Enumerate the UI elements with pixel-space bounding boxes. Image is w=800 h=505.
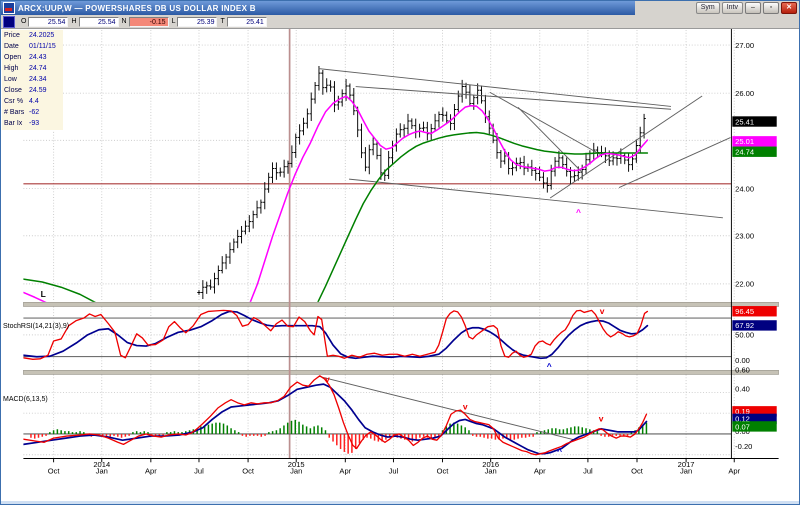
cursor-row-value: 4.4 xyxy=(29,96,39,107)
cursor-row-value: -62 xyxy=(29,107,39,118)
window-title: ARCX:UUP,W — POWERSHARES DB US DOLLAR IN… xyxy=(18,4,256,13)
svg-text:67.92: 67.92 xyxy=(735,321,754,330)
svg-text:50.00: 50.00 xyxy=(735,331,754,340)
svg-text:27.00: 27.00 xyxy=(735,41,754,50)
svg-text:-0.20: -0.20 xyxy=(735,442,752,451)
cursor-row: Close24.59 xyxy=(4,85,63,96)
quote-field-label-H: H xyxy=(71,18,76,25)
quote-field-value-T: 25.41 xyxy=(227,17,267,27)
intv-button[interactable]: Intv xyxy=(722,2,743,14)
cursor-row: Date01/11/15 xyxy=(4,41,63,52)
svg-text:24.00: 24.00 xyxy=(735,184,754,193)
quote-field-value-L: 25.39 xyxy=(177,17,217,27)
svg-text:23.00: 23.00 xyxy=(735,232,754,241)
quote-field-label-N: N xyxy=(122,18,127,25)
svg-text:Jul: Jul xyxy=(389,467,399,476)
cursor-row-label: # Bars xyxy=(4,107,29,118)
chart-background xyxy=(23,29,778,475)
svg-text:0.07: 0.07 xyxy=(735,422,750,431)
cursor-row: Price24.2025 xyxy=(4,30,63,41)
minimize-button[interactable]: – xyxy=(745,2,761,14)
cursor-row: Open24.43 xyxy=(4,52,63,63)
stochrsi-panel-label: StochRSI(14,21(3),9) xyxy=(3,323,69,330)
svg-text:Apr: Apr xyxy=(145,467,157,476)
svg-text:Jul: Jul xyxy=(194,467,204,476)
maximize-button[interactable]: ▫ xyxy=(763,2,779,14)
svg-text:Oct: Oct xyxy=(48,467,61,476)
chart-area: ^ Lv ^ v v v ^ 27.00 26.00 24.00 23.00 22.00 25.41 25… xyxy=(1,29,800,501)
cursor-row-value: 24.43 xyxy=(29,52,47,63)
svg-text:Jan: Jan xyxy=(485,467,497,476)
cursor-row-value: 24.2025 xyxy=(29,30,54,41)
window-bottom-border xyxy=(1,501,799,505)
quote-field-value-O: 25.54 xyxy=(28,17,68,27)
titlebar[interactable]: ARCX:UUP,W — POWERSHARES DB US DOLLAR IN… xyxy=(1,1,799,15)
svg-text:96.45: 96.45 xyxy=(735,307,754,316)
cursor-row-value: 24.34 xyxy=(29,74,47,85)
quote-field-value-N: -0.15 xyxy=(129,17,169,27)
close-button[interactable]: ✕ xyxy=(781,2,797,14)
svg-text:Apr: Apr xyxy=(534,467,546,476)
quote-status-icon xyxy=(3,16,15,28)
chart-canvas[interactable]: ^ Lv ^ v v v ^ 27.00 26.00 24.00 23.00 22.00 25.41 25… xyxy=(1,29,800,501)
cursor-row-label: Bar Ix xyxy=(4,118,29,129)
svg-text:v: v xyxy=(463,401,468,411)
macd-panel-label: MACD(6,13,5) xyxy=(3,396,48,403)
sym-button[interactable]: Sym xyxy=(696,2,720,14)
svg-text:Oct: Oct xyxy=(242,467,255,476)
cursor-data-panel: Price24.2025Date01/11/15Open24.43High24.… xyxy=(2,30,63,130)
cursor-row-value: 01/11/15 xyxy=(29,41,56,52)
svg-text:Jan: Jan xyxy=(290,467,302,476)
svg-text:^: ^ xyxy=(557,446,562,456)
svg-text:^: ^ xyxy=(547,361,552,371)
svg-text:0.00: 0.00 xyxy=(735,356,750,365)
svg-text:Jul: Jul xyxy=(583,467,593,476)
titlebar-controls: Sym Intv – ▫ ✕ xyxy=(635,1,799,15)
svg-text:v: v xyxy=(600,306,605,316)
cursor-row-label: Close xyxy=(4,85,29,96)
cursor-row-label: Price xyxy=(4,30,29,41)
quote-field-label-O: O xyxy=(21,18,26,25)
quote-fields: O25.54H25.54N-0.15L25.39T25.41 xyxy=(18,17,267,27)
svg-text:Jan: Jan xyxy=(680,467,692,476)
quote-field-value-H: 25.54 xyxy=(79,17,119,27)
svg-text:Jan: Jan xyxy=(96,467,108,476)
quote-field-label-L: L xyxy=(172,18,176,25)
cursor-row-value: 24.74 xyxy=(29,63,47,74)
cursor-row: Low24.34 xyxy=(4,74,63,85)
app-icon xyxy=(3,2,15,14)
cursor-row-label: High xyxy=(4,63,29,74)
title-caption-bar[interactable]: ARCX:UUP,W — POWERSHARES DB US DOLLAR IN… xyxy=(1,1,635,15)
svg-text:26.00: 26.00 xyxy=(735,89,754,98)
cursor-row-label: Csr % xyxy=(4,96,29,107)
cursor-row-value: -93 xyxy=(29,118,39,129)
cursor-row: Bar Ix-93 xyxy=(4,118,63,129)
quote-field-label-T: T xyxy=(220,18,224,25)
cursor-row: # Bars-62 xyxy=(4,107,63,118)
svg-text:Apr: Apr xyxy=(339,467,351,476)
svg-text:Oct: Oct xyxy=(437,467,450,476)
svg-text:L: L xyxy=(41,289,46,299)
svg-text:v: v xyxy=(599,414,604,424)
svg-text:v: v xyxy=(325,374,330,384)
cursor-row: High24.74 xyxy=(4,63,63,74)
svg-text:25.01: 25.01 xyxy=(735,137,754,146)
cursor-row-label: Open xyxy=(4,52,29,63)
svg-text:25.41: 25.41 xyxy=(735,117,754,126)
cursor-row-value: 24.59 xyxy=(29,85,47,96)
svg-text:0.40: 0.40 xyxy=(735,384,750,393)
svg-text:22.00: 22.00 xyxy=(735,280,754,289)
svg-text:24.74: 24.74 xyxy=(735,148,754,157)
cursor-row-label: Low xyxy=(4,74,29,85)
quote-toolbar: O25.54H25.54N-0.15L25.39T25.41 xyxy=(1,15,799,29)
svg-text:Oct: Oct xyxy=(631,467,644,476)
cursor-row: Csr %4.4 xyxy=(4,96,63,107)
svg-text:0.60: 0.60 xyxy=(735,366,750,375)
svg-text:^: ^ xyxy=(576,207,581,217)
app-window: ARCX:UUP,W — POWERSHARES DB US DOLLAR IN… xyxy=(0,0,800,505)
cursor-row-label: Date xyxy=(4,41,29,52)
svg-text:Apr: Apr xyxy=(728,467,740,476)
